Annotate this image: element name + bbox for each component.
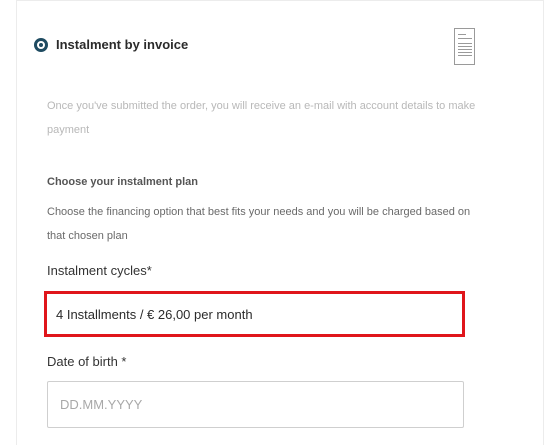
instalment-cycles-select[interactable]: 4 Installments / € 26,00 per month — [44, 291, 465, 337]
date-of-birth-label: Date of birth * — [47, 354, 127, 369]
invoice-document-icon — [454, 28, 475, 65]
instalment-radio-button[interactable] — [34, 38, 48, 52]
instalment-cycles-label: Instalment cycles* — [47, 263, 152, 278]
plan-heading: Choose your instalment plan — [47, 176, 198, 188]
date-of-birth-input[interactable] — [47, 381, 464, 428]
plan-description: Choose the financing option that best fi… — [47, 206, 471, 242]
instalment-cycles-value: 4 Installments / € 26,00 per month — [56, 307, 253, 322]
payment-info-text: Once you've submitted the order, you wil… — [47, 100, 476, 136]
payment-method-title[interactable]: Instalment by invoice — [56, 37, 188, 52]
